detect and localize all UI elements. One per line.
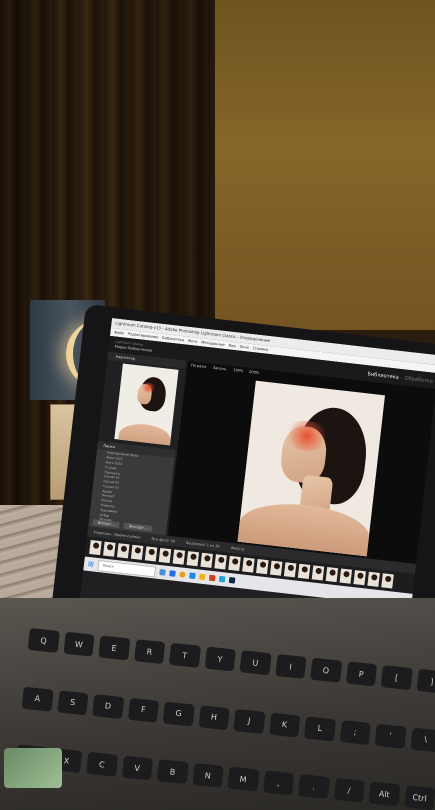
key[interactable]: N: [191, 763, 224, 789]
filmstrip-thumb[interactable]: [339, 568, 353, 584]
key[interactable]: E: [98, 635, 130, 661]
filmstrip-thumb[interactable]: [381, 573, 394, 589]
filmstrip-thumb[interactable]: [200, 552, 213, 568]
zoom-200[interactable]: 200%: [249, 368, 260, 377]
taskbar-app-icon[interactable]: [218, 575, 226, 583]
key[interactable]: [: [380, 665, 413, 691]
filmstrip-thumb[interactable]: [269, 560, 283, 576]
filmstrip-thumb[interactable]: [186, 551, 200, 567]
module-library[interactable]: Библиотека: [367, 371, 399, 381]
key[interactable]: ;: [339, 719, 371, 745]
filmstrip-thumb[interactable]: [297, 563, 311, 579]
key[interactable]: D: [92, 693, 124, 719]
chrome-icon[interactable]: [178, 571, 186, 578]
filmstrip-thumb[interactable]: [353, 570, 366, 586]
zoom-fill[interactable]: Заполн.: [212, 364, 228, 374]
key[interactable]: \: [409, 727, 435, 753]
taskbar-app-icon[interactable]: [169, 570, 176, 577]
filmstrip-thumb[interactable]: [116, 543, 130, 559]
module-develop[interactable]: Обработка: [404, 376, 433, 385]
key[interactable]: ': [374, 723, 407, 749]
laptop-screen: Lightroom Catalog-v13 - Adobe Photoshop …: [80, 318, 435, 636]
key[interactable]: A: [21, 686, 54, 712]
key[interactable]: Y: [204, 646, 236, 672]
key[interactable]: Ctrl: [403, 785, 435, 810]
filmstrip-thumb[interactable]: [172, 549, 186, 565]
filmstrip-thumb[interactable]: [144, 546, 158, 562]
filter-label[interactable]: Фильтр: [231, 546, 245, 552]
key[interactable]: V: [121, 755, 153, 781]
filmstrip-thumb[interactable]: [228, 555, 241, 572]
windows-start-icon[interactable]: ⊞: [88, 560, 95, 569]
filmstrip-thumb[interactable]: [158, 547, 172, 564]
filmstrip-thumb[interactable]: [89, 540, 102, 556]
key[interactable]: L: [304, 716, 336, 741]
filmstrip-thumb[interactable]: [283, 562, 297, 578]
laptop-sticker: [4, 748, 62, 788]
photo-count: Все фото: 34: [151, 536, 176, 544]
filmstrip-thumb[interactable]: [103, 541, 116, 557]
filmstrip-thumb[interactable]: [214, 554, 227, 570]
key[interactable]: M: [227, 766, 259, 792]
key[interactable]: Q: [27, 628, 60, 653]
taskbar-app-icon[interactable]: [198, 573, 206, 581]
wall: [200, 0, 435, 330]
key[interactable]: R: [133, 639, 166, 665]
shoulder-shape: [117, 421, 172, 446]
taskbar-app-icon[interactable]: [159, 569, 166, 576]
filmstrip-thumb[interactable]: [325, 566, 339, 583]
key[interactable]: U: [239, 650, 272, 676]
key[interactable]: K: [268, 712, 301, 738]
key[interactable]: G: [162, 701, 195, 727]
key[interactable]: B: [156, 759, 189, 785]
key[interactable]: P: [345, 661, 378, 687]
key[interactable]: H: [198, 704, 230, 730]
filmstrip-thumb[interactable]: [311, 565, 325, 581]
key[interactable]: J: [233, 708, 266, 734]
taskbar-app-icon[interactable]: [208, 574, 216, 582]
main-photo[interactable]: [237, 380, 385, 557]
key[interactable]: I: [274, 653, 307, 679]
key[interactable]: T: [168, 642, 201, 668]
zoom-100[interactable]: 100%: [233, 366, 244, 375]
key[interactable]: F: [127, 697, 160, 723]
key[interactable]: ]: [416, 668, 435, 694]
photo-scene: Lightroom Catalog-v13 - Adobe Photoshop …: [0, 0, 435, 810]
key[interactable]: W: [63, 631, 95, 657]
key[interactable]: S: [56, 690, 89, 716]
key[interactable]: Alt: [368, 781, 401, 807]
lightroom-icon[interactable]: [228, 576, 236, 584]
key[interactable]: .: [297, 774, 330, 800]
taskbar-app-icon[interactable]: [188, 572, 196, 580]
key[interactable]: /: [333, 778, 365, 804]
filmstrip-thumb[interactable]: [242, 557, 255, 573]
key[interactable]: ,: [262, 770, 295, 796]
filmstrip-thumb[interactable]: [130, 544, 144, 560]
key[interactable]: C: [86, 752, 118, 778]
filmstrip-thumb[interactable]: [256, 559, 269, 575]
zoom-fit[interactable]: По разм.: [191, 361, 208, 371]
folders-panel: Папки Упорядочение фото Фото 2023 Фото 2…: [88, 441, 176, 536]
navigator-preview: [114, 363, 179, 446]
filmstrip-thumb[interactable]: [367, 571, 380, 587]
user-name: Мария Любовникова: [114, 344, 153, 353]
key[interactable]: O: [310, 657, 342, 683]
